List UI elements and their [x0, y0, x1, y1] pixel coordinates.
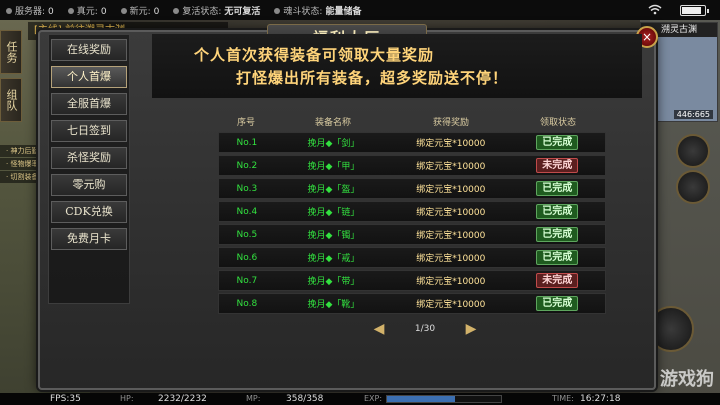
row-index: No.2 — [236, 160, 258, 171]
menu-cdk-redeem[interactable]: CDK兑换 — [51, 201, 127, 223]
status-xinyuan: 新元: 0 — [120, 4, 159, 17]
zhenyuan-icon — [67, 8, 74, 14]
reward-banner: 个人首次获得装备可领取大量奖励 打怪爆出所有装备，超多奖励送不停！ — [152, 34, 642, 98]
table-row: No.1 挽月◆「剑」 绑定元宝*10000 已完成 — [218, 132, 606, 153]
row-index: No.8 — [236, 298, 258, 309]
pagination: ◀ 1/30 ▶ — [370, 318, 480, 340]
row-equipment: 挽月◆「带」 — [307, 277, 360, 287]
exp-bar-fill — [387, 396, 456, 402]
header-claim-status: 领取状态 — [539, 117, 576, 128]
status-badge[interactable]: 已完成 — [536, 227, 579, 242]
table-header: 序号 装备名称 获得奖励 领取状态 — [218, 112, 606, 130]
row-equipment: 挽月◆「链」 — [307, 208, 360, 218]
table-row: No.6 挽月◆「戒」 绑定元宝*10000 已完成 — [218, 247, 606, 268]
soul-icon — [274, 8, 281, 14]
first-drop-table: 序号 装备名称 获得奖励 领取状态 No.1 挽月◆「剑」 绑定元宝*10000… — [218, 112, 606, 314]
next-page-icon[interactable]: ▶ — [462, 321, 480, 337]
hp-label: HP: — [120, 394, 134, 403]
row-equipment: 挽月◆「盔」 — [307, 185, 360, 195]
status-badge[interactable]: 已完成 — [536, 296, 579, 311]
row-reward: 绑定元宝*10000 — [416, 185, 486, 195]
bottom-status-bar: FPS:35 HP: 2232/2232 MP: 358/358 EXP: TI… — [0, 393, 720, 405]
mp-value: 358/358 — [286, 394, 324, 404]
row-equipment: 挽月◆「镯」 — [307, 231, 360, 241]
wifi-icon — [648, 4, 662, 15]
status-badge[interactable]: 已完成 — [536, 204, 579, 219]
row-reward: 绑定元宝*10000 — [416, 208, 486, 218]
menu-zero-buy[interactable]: 零元购 — [51, 174, 127, 196]
status-server: 服务器: 0 — [6, 4, 54, 17]
row-index: No.6 — [236, 252, 258, 263]
row-index: No.4 — [236, 206, 258, 217]
exp-label: EXP: — [364, 394, 383, 403]
banner-line-1: 个人首次获得装备可领取大量奖励 — [194, 46, 435, 64]
menu-personal-first-drop[interactable]: 个人首爆 — [51, 66, 127, 88]
tab-task[interactable]: 任务 — [0, 30, 22, 74]
menu-online-reward[interactable]: 在线奖励 — [51, 39, 127, 61]
row-equipment: 挽月◆「甲」 — [307, 162, 360, 172]
skill-wheel-icon[interactable] — [676, 134, 710, 168]
header-equipment-name: 装备名称 — [314, 117, 351, 128]
status-revive: 复活状态: 无可复活 — [173, 4, 260, 17]
banner-line-2: 打怪爆出所有装备，超多奖励送不停！ — [236, 69, 509, 87]
table-row: No.5 挽月◆「镯」 绑定元宝*10000 已完成 — [218, 224, 606, 245]
row-index: No.1 — [236, 137, 258, 148]
top-status-bar: 服务器: 0 真元: 0 新元: 0 复活状态: 无可复活 魂斗状态: 能量储备 — [0, 0, 720, 20]
status-soul: 魂斗状态: 能量储备 — [274, 4, 361, 17]
diamond-skill-icon[interactable] — [676, 170, 710, 204]
status-badge[interactable]: 已完成 — [536, 135, 579, 150]
minimap-coordinates: 446:665 — [673, 110, 713, 119]
row-equipment: 挽月◆「剑」 — [307, 139, 360, 149]
status-badge[interactable]: 已完成 — [536, 181, 579, 196]
page-number: 1/30 — [414, 324, 436, 334]
menu-free-monthly-card[interactable]: 免费月卡 — [51, 228, 127, 250]
server-icon — [6, 8, 12, 14]
hp-value: 2232/2232 — [158, 394, 207, 404]
revive-icon — [173, 8, 180, 14]
watermark: 游戏狗 — [660, 369, 714, 390]
left-side-tabs: 任务 组队 — [0, 30, 24, 140]
prev-page-icon[interactable]: ◀ — [370, 321, 388, 337]
row-index: No.7 — [236, 275, 258, 286]
exp-bar — [386, 395, 502, 403]
row-equipment: 挽月◆「靴」 — [307, 300, 360, 310]
row-reward: 绑定元宝*10000 — [416, 162, 486, 172]
row-reward: 绑定元宝*10000 — [416, 277, 486, 287]
header-index: 序号 — [236, 117, 255, 128]
table-row: No.4 挽月◆「链」 绑定元宝*10000 已完成 — [218, 201, 606, 222]
mp-label: MP: — [246, 394, 261, 403]
battery-icon — [680, 5, 709, 16]
header-reward: 获得奖励 — [432, 117, 469, 128]
table-row: No.3 挽月◆「盔」 绑定元宝*10000 已完成 — [218, 178, 606, 199]
row-equipment: 挽月◆「戒」 — [307, 254, 360, 264]
time-label: TIME: — [552, 394, 574, 403]
status-badge[interactable]: 未完成 — [536, 158, 579, 173]
xinyuan-icon — [120, 8, 127, 14]
menu-seven-day-signin[interactable]: 七日签到 — [51, 120, 127, 142]
tab-team[interactable]: 组队 — [0, 78, 22, 122]
row-reward: 绑定元宝*10000 — [416, 139, 486, 149]
row-reward: 绑定元宝*10000 — [416, 254, 486, 264]
welfare-menu: 在线奖励 个人首爆 全服首爆 七日签到 杀怪奖励 零元购 CDK兑换 免费月卡 — [48, 34, 130, 304]
row-index: No.5 — [236, 229, 258, 240]
status-badge[interactable]: 已完成 — [536, 250, 579, 265]
time-value: 16:27:18 — [580, 394, 621, 404]
row-reward: 绑定元宝*10000 — [416, 231, 486, 241]
status-badge[interactable]: 未完成 — [536, 273, 579, 288]
table-row: No.7 挽月◆「带」 绑定元宝*10000 未完成 — [218, 270, 606, 291]
menu-kill-reward[interactable]: 杀怪奖励 — [51, 147, 127, 169]
status-zhenyuan: 真元: 0 — [67, 4, 107, 17]
menu-server-first-drop[interactable]: 全服首爆 — [51, 93, 127, 115]
table-row: No.2 挽月◆「甲」 绑定元宝*10000 未完成 — [218, 155, 606, 176]
table-row: No.8 挽月◆「靴」 绑定元宝*10000 已完成 — [218, 293, 606, 314]
row-reward: 绑定元宝*10000 — [416, 300, 486, 310]
fps-counter: FPS:35 — [50, 394, 81, 404]
row-index: No.3 — [236, 183, 258, 194]
